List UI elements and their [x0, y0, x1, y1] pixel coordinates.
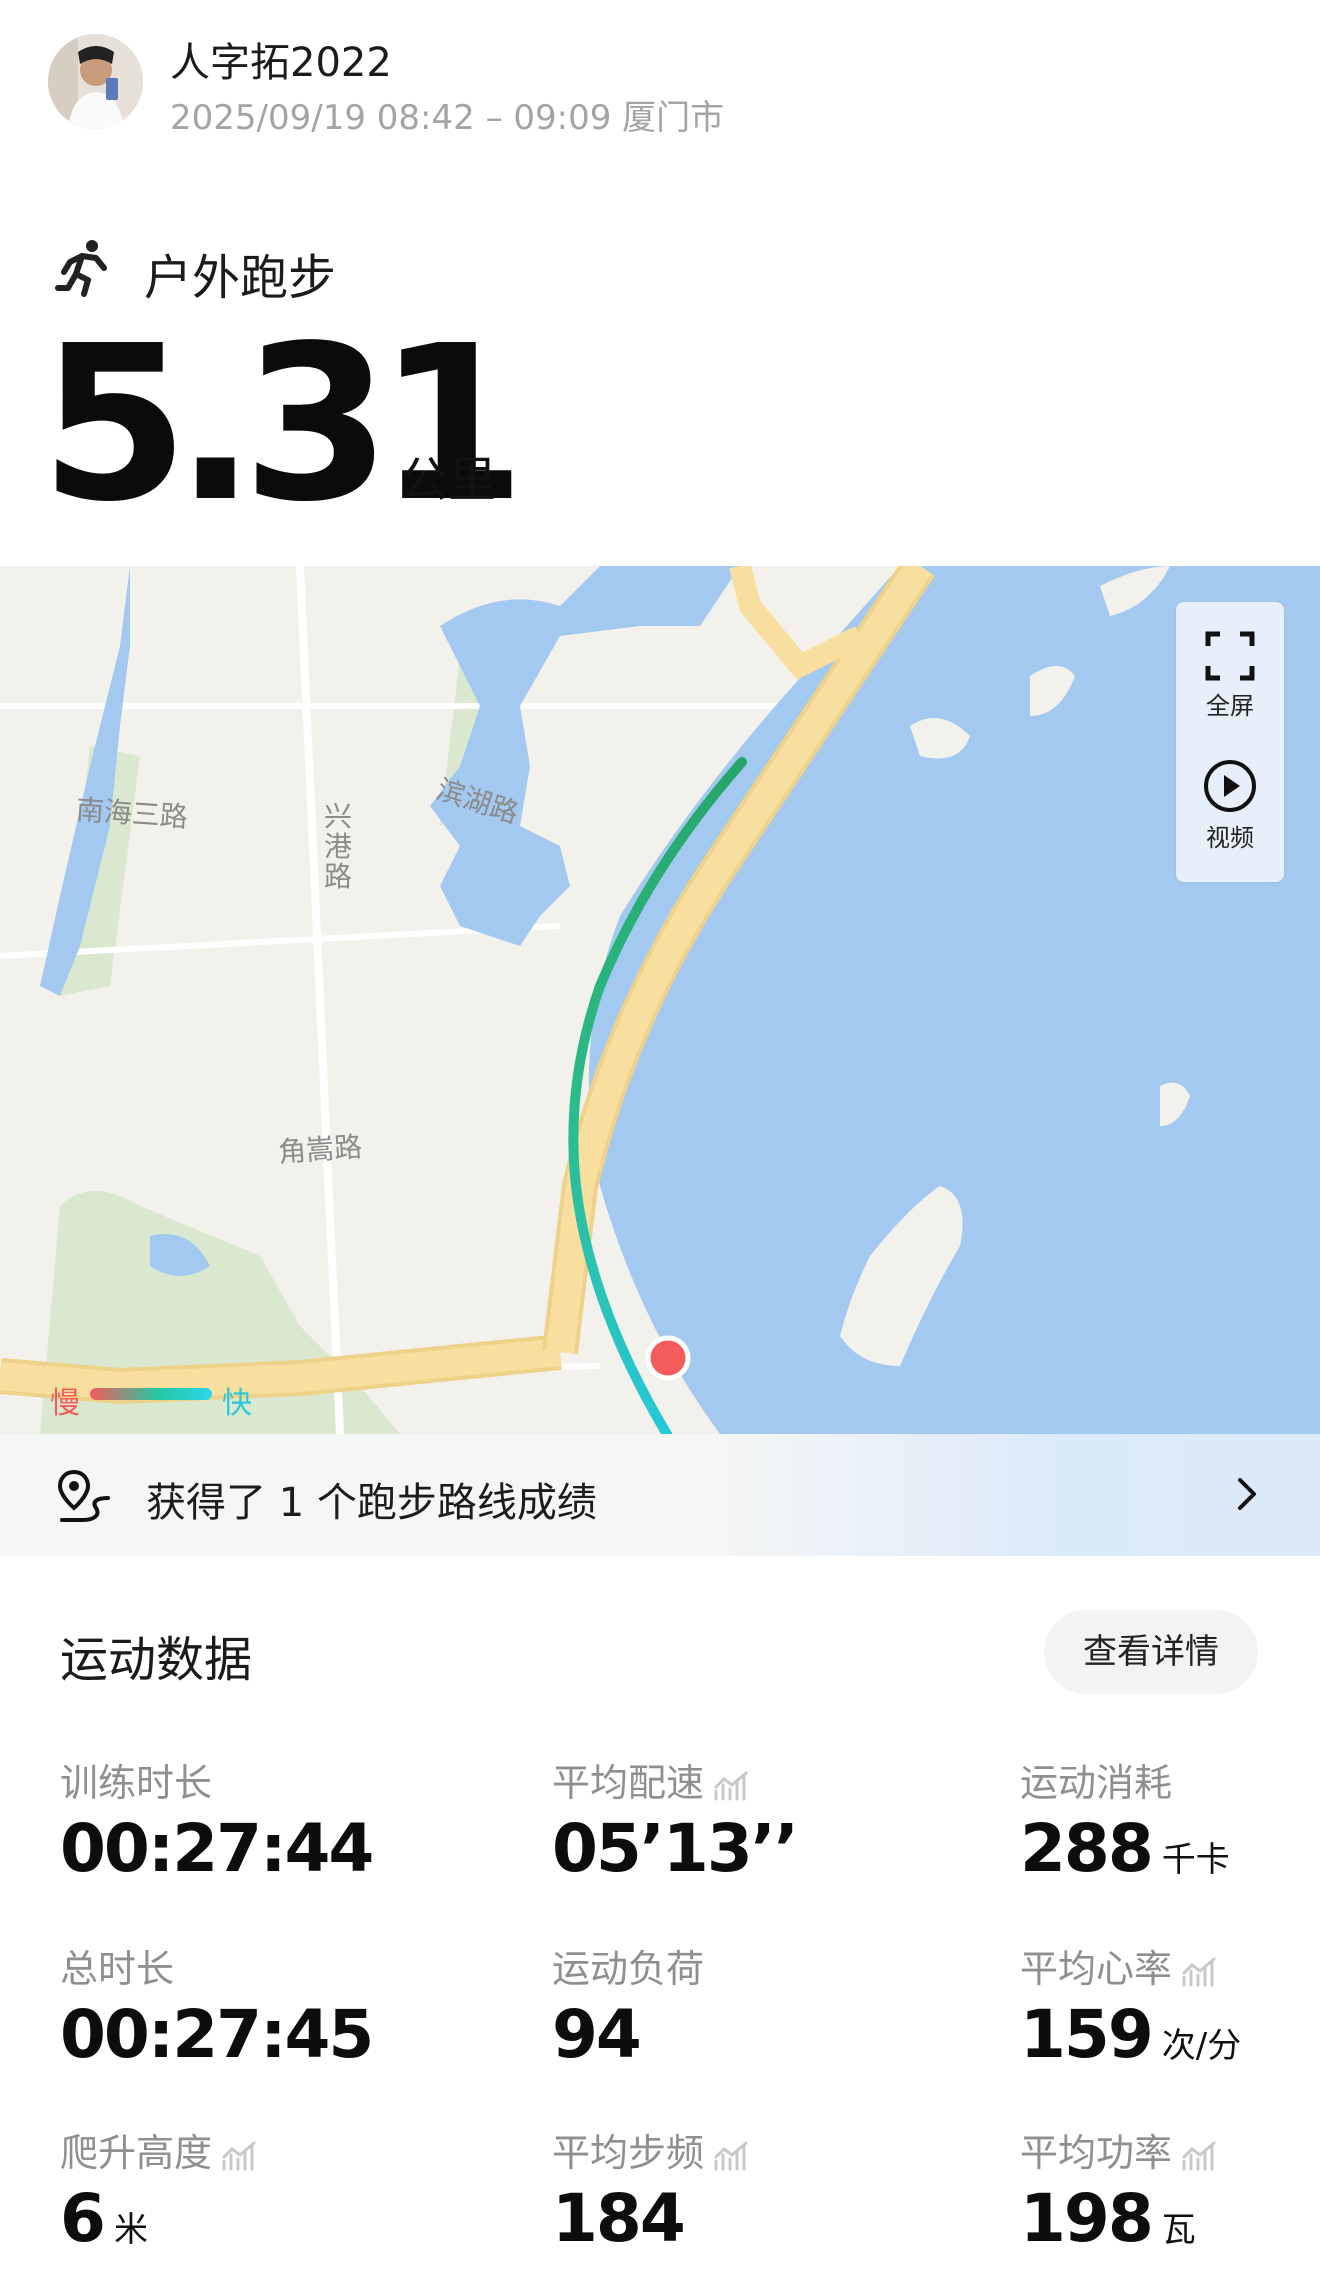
map-canvas [0, 566, 1320, 1434]
trend-chart-icon [1182, 1957, 1216, 1986]
stat-label: 平均配速 [552, 1752, 752, 1807]
activity-time-location: 2025/09/19 08:42 – 09:09 厦门市 [170, 98, 725, 138]
stat-label: 平均步频 [552, 2122, 752, 2177]
stat-value: 6米 [60, 2180, 148, 2257]
speed-legend-slow: 慢 [50, 1386, 80, 1421]
distance-unit: 公里 [400, 452, 497, 508]
stat-label: 平均功率 [1020, 2122, 1220, 2177]
video-button[interactable]: 视频 [1176, 758, 1284, 853]
stat-value-text: 184 [552, 2180, 686, 2257]
stat-label: 总时长 [60, 1938, 174, 1993]
running-icon [55, 240, 107, 297]
route-map[interactable]: 南海三路 兴港路 滨湖路 角嵩路 [0, 566, 1320, 1434]
stat-label-text: 爬升高度 [60, 2131, 213, 2175]
route-pin-icon [57, 1469, 110, 1522]
stat-label-text: 平均配速 [552, 1761, 705, 1805]
achievement-text: 获得了 1 个跑步路线成绩 [146, 1480, 597, 1526]
stat-label: 爬升高度 [60, 2122, 260, 2177]
stat-value: 05’13’’ [552, 1810, 799, 1887]
activity-type: 户外跑步 [144, 250, 337, 306]
stat-value-text: 6 [60, 2180, 106, 2257]
stat-label-text: 平均心率 [1020, 1947, 1173, 1991]
stat-value: 288 千卡 [1020, 1810, 1230, 1887]
stat-value: 159 次/分 [1020, 1996, 1241, 2073]
stat-value: 00:27:45 [60, 1996, 374, 2073]
road-branch [729, 566, 865, 680]
view-details-button[interactable]: 查看详情 [1044, 1610, 1258, 1694]
fullscreen-label: 全屏 [1206, 692, 1254, 720]
stat-label-text: 总时长 [60, 1947, 175, 1991]
trend-chart-icon [714, 1771, 748, 1800]
user-name: 人字拓2022 [170, 40, 392, 86]
stat-value-text: 94 [552, 1996, 642, 2073]
speed-gradient-bar [90, 1388, 212, 1400]
stat-value: 198 瓦 [1020, 2180, 1196, 2257]
stat-label-text: 训练时长 [60, 1761, 213, 1805]
road-label-xinggang: 兴港路 [324, 800, 353, 893]
stat-value-text: 198 [1020, 2180, 1154, 2257]
stat-unit: 瓦 [1161, 2210, 1196, 2250]
stat-label-text: 运动负荷 [552, 1947, 705, 1991]
road-label-jiaosong: 角嵩路 [277, 1130, 364, 1169]
stat-label-text: 运动消耗 [1020, 1761, 1173, 1805]
play-icon [1204, 760, 1256, 812]
stat-value-text: 00:27:44 [60, 1810, 374, 1887]
stat-label-text: 平均功率 [1020, 2131, 1173, 2175]
avatar[interactable] [48, 34, 143, 129]
stat-value: 94 [552, 1996, 642, 2073]
stat-value: 00:27:44 [60, 1810, 374, 1887]
stat-unit: 千卡 [1161, 1840, 1230, 1880]
stat-label: 运动负荷 [552, 1938, 704, 1993]
trend-chart-icon [714, 2141, 748, 2170]
stat-value-text: 05’13’’ [552, 1810, 799, 1887]
fullscreen-icon [1205, 631, 1255, 681]
stat-label-text: 平均步频 [552, 2131, 705, 2175]
stat-value-text: 159 [1020, 1996, 1154, 2073]
speed-legend-fast: 快 [222, 1386, 252, 1421]
stat-unit: 米 [113, 2210, 148, 2250]
stat-label: 平均心率 [1020, 1938, 1220, 1993]
map-controls: 全屏 视频 [1176, 602, 1284, 882]
video-label: 视频 [1206, 824, 1254, 852]
fullscreen-button[interactable]: 全屏 [1176, 630, 1284, 721]
stat-value-text: 288 [1020, 1810, 1154, 1887]
stat-unit: 次/分 [1161, 2026, 1242, 2066]
stat-value-text: 00:27:45 [60, 1996, 374, 2073]
section-title: 运动数据 [60, 1632, 253, 1688]
stat-value: 184 [552, 2180, 686, 2257]
start-marker [645, 1335, 691, 1381]
road-label-nanhai: 南海三路 [74, 793, 189, 834]
chevron-right-icon [1238, 1478, 1256, 1510]
trend-chart-icon [1182, 2141, 1216, 2170]
stat-label: 运动消耗 [1020, 1752, 1172, 1807]
stat-label: 训练时长 [60, 1752, 212, 1807]
trend-chart-icon [222, 2141, 256, 2170]
